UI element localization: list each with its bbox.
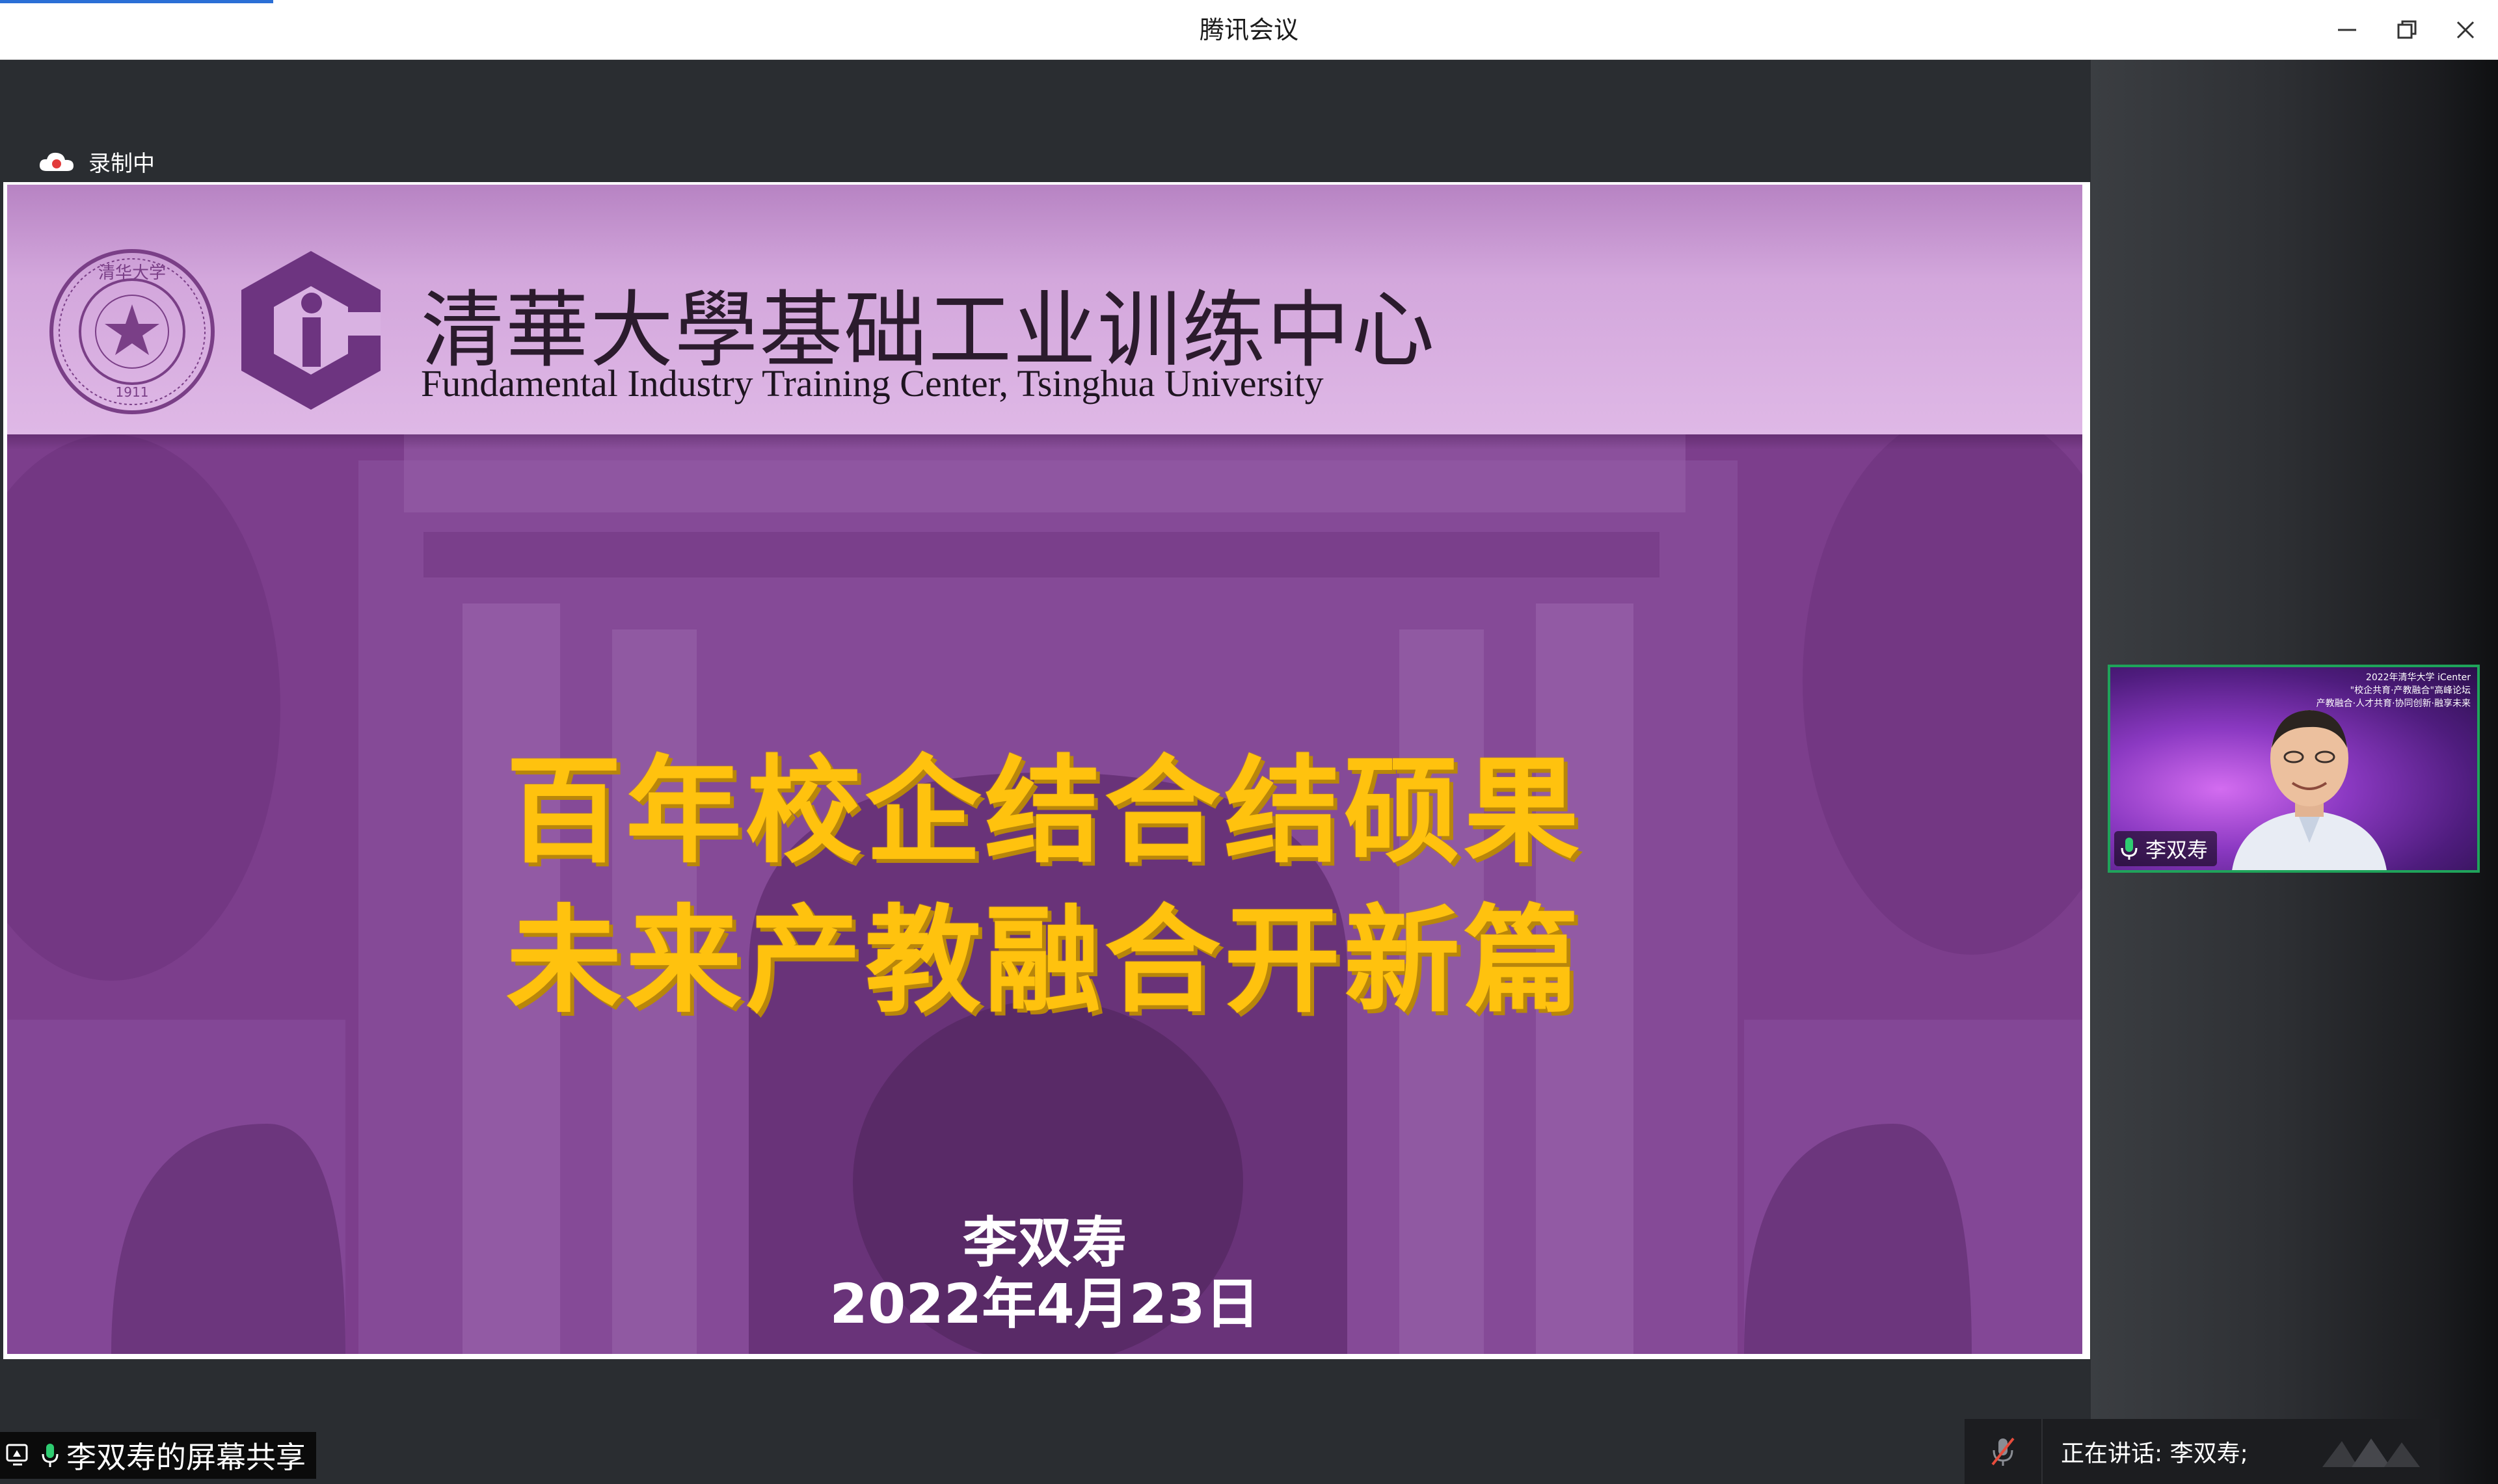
mute-toggle-button[interactable] — [1965, 1419, 2043, 1484]
close-icon — [2456, 21, 2475, 39]
event-banner-line1: 2022年清华大学 iCenter — [2365, 672, 2471, 683]
svg-text:清华大学: 清华大学 — [98, 263, 166, 283]
window-title: 腾讯会议 — [1199, 16, 1298, 44]
cloud-record-icon — [39, 152, 74, 171]
participant-video-person — [2232, 710, 2387, 870]
window-titlebar: 腾讯会议 — [0, 0, 2498, 60]
screen-share-icon — [6, 1444, 28, 1466]
minimize-button[interactable] — [2326, 12, 2368, 48]
speaking-text: 正在讲话: 李双寿; — [2061, 1440, 2248, 1467]
recording-label: 录制中 — [88, 151, 155, 177]
svg-text:1911: 1911 — [116, 384, 149, 400]
header-shadow — [7, 434, 2082, 450]
microphone-icon — [2121, 838, 2138, 860]
mic-muted-icon — [1991, 1437, 2015, 1466]
recording-indicator[interactable]: 录制中 — [38, 146, 155, 178]
slide-header: 清华大学 1911 清華大學基础工业训练中心 Fundamental Indus… — [7, 185, 2082, 434]
participant-name: 李双寿 — [2145, 838, 2209, 862]
screen-share-label[interactable]: 李双寿的屏幕共享 — [0, 1432, 316, 1479]
shared-screen[interactable]: 清华大学 1911 清華大學基础工业训练中心 Fundamental Indus… — [3, 182, 2090, 1359]
restore-icon — [2397, 20, 2417, 39]
participant-name-label: 李双寿 — [2114, 831, 2218, 866]
decorative-wave-icon — [2322, 1438, 2420, 1467]
close-button[interactable] — [2445, 12, 2486, 48]
slide-date: 2022年4月23日 — [829, 1272, 1260, 1336]
microphone-icon — [42, 1444, 59, 1467]
minimize-icon — [2338, 29, 2356, 31]
participant-video-tile[interactable]: 2022年清华大学 iCenter "校企共育·产教融合"高峰论坛 产教融合·人… — [2108, 665, 2480, 873]
restore-button[interactable] — [2386, 12, 2428, 48]
screen-share-text: 李双寿的屏幕共享 — [66, 1440, 306, 1475]
org-name-english: Fundamental Industry Training Center, Ts… — [421, 362, 1324, 404]
speaking-indicator: 正在讲话: 李双寿; — [1965, 1419, 2439, 1484]
tsinghua-seal-logo: 清华大学 1911 — [49, 249, 215, 414]
slide-headline-line2: 未来产教融合开新篇 — [506, 894, 1583, 1028]
slide-canvas: 清华大学 1911 清華大學基础工业训练中心 Fundamental Indus… — [7, 185, 2082, 1354]
slide-headline-line1: 百年校企结合结硕果 — [506, 744, 1583, 879]
training-center-logo — [241, 251, 381, 410]
